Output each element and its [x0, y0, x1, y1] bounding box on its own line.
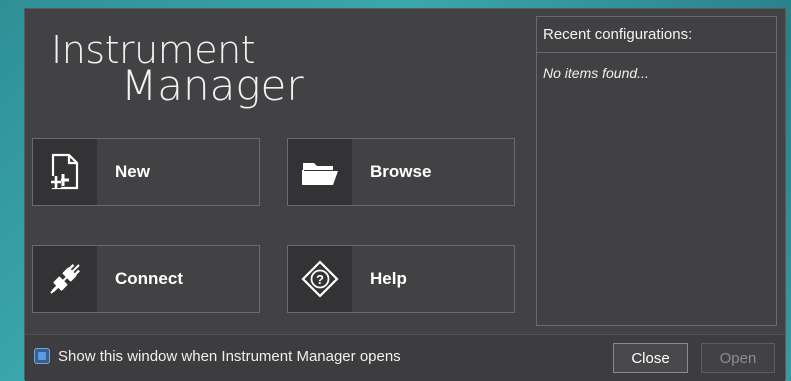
new-button[interactable]: New — [32, 138, 260, 206]
show-on-open-checkbox[interactable] — [34, 348, 50, 364]
plug-connect-icon — [33, 246, 97, 312]
logo-line-2: Manager — [121, 61, 304, 110]
instrument-manager-window: Instrument Manager New Browse Connect ? … — [24, 8, 786, 381]
new-label: New — [115, 162, 150, 181]
open-button[interactable]: Open — [701, 343, 775, 373]
help-diamond-icon: ? — [288, 246, 352, 312]
close-button[interactable]: Close — [613, 343, 688, 373]
svg-text:?: ? — [316, 272, 324, 287]
browse-button[interactable]: Browse — [287, 138, 515, 206]
recent-empty-message: No items found... — [543, 65, 649, 81]
browse-label: Browse — [370, 162, 432, 181]
connect-label: Connect — [115, 269, 183, 288]
recent-configurations-title: Recent configurations: — [537, 17, 776, 53]
recent-configurations-panel: Recent configurations: No items found... — [536, 16, 777, 326]
help-label: Help — [370, 269, 407, 288]
checkbox-check-mark — [38, 352, 46, 360]
help-button[interactable]: ? Help — [287, 245, 515, 313]
connect-button[interactable]: Connect — [32, 245, 260, 313]
show-on-open-label[interactable]: Show this window when Instrument Manager… — [58, 348, 401, 365]
new-file-icon — [33, 139, 97, 205]
dialog-footer: Show this window when Instrument Manager… — [25, 334, 785, 381]
folder-open-icon — [288, 139, 352, 205]
app-logo: Instrument Manager — [51, 31, 304, 107]
